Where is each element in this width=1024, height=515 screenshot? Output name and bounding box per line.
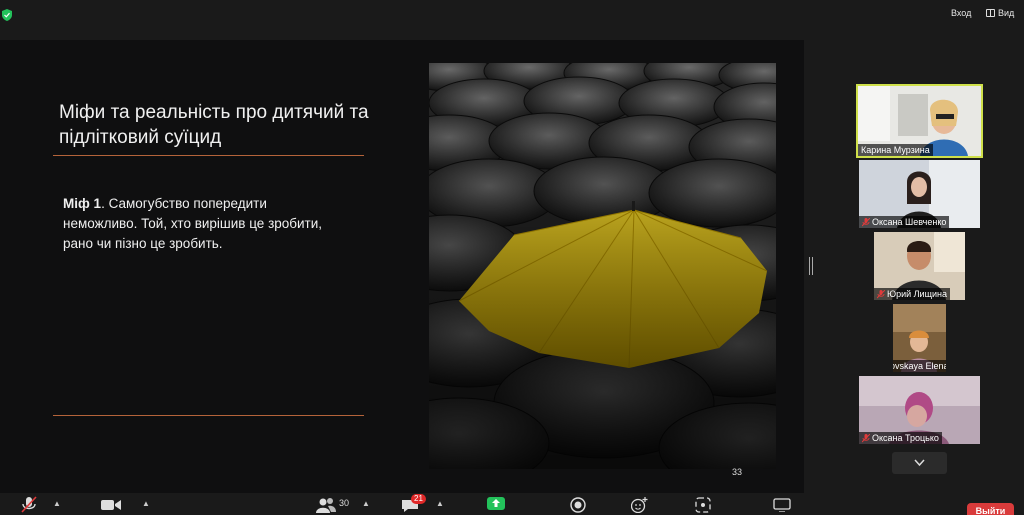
participant-tile[interactable]: Юрий Лищина bbox=[874, 232, 965, 300]
participant-tile[interactable]: Оксана Троцько bbox=[859, 376, 980, 444]
split-drag-handle[interactable] bbox=[809, 257, 813, 275]
participants-icon[interactable] bbox=[316, 497, 336, 513]
participant-name-tag: Оксана Шевченко bbox=[859, 216, 950, 228]
mute-button[interactable] bbox=[20, 496, 38, 514]
view-label: Вид bbox=[998, 8, 1015, 18]
participant-tile[interactable]: Boldovskaya Elena bbox=[893, 304, 946, 372]
audio-options-caret[interactable]: ▲ bbox=[53, 499, 61, 508]
view-button[interactable]: Вид bbox=[986, 8, 1014, 18]
umbrella-image bbox=[429, 63, 776, 469]
slide-title: Міфи та реальність про дитячий та підліт… bbox=[59, 102, 369, 148]
gallery-next-button[interactable] bbox=[892, 452, 947, 474]
myth-text: . Самогубство попередити неможливо. Той,… bbox=[63, 196, 323, 251]
whiteboard-icon[interactable] bbox=[773, 498, 791, 512]
top-bar: Вход Вид bbox=[0, 0, 1024, 32]
participant-name-tag: Оксана Троцько bbox=[859, 432, 942, 444]
apps-icon[interactable] bbox=[695, 497, 711, 513]
mic-muted-icon bbox=[862, 433, 870, 442]
participant-name: Юрий Лищина bbox=[887, 289, 947, 299]
participant-tile[interactable]: Карина Мурзина bbox=[856, 84, 983, 158]
reactions-icon[interactable] bbox=[631, 497, 648, 513]
participant-tile[interactable]: Оксана Шевченко bbox=[859, 160, 980, 228]
shield-check-icon[interactable] bbox=[2, 9, 12, 21]
mic-muted-icon bbox=[862, 217, 870, 226]
participants-options-caret[interactable]: ▲ bbox=[362, 499, 370, 508]
shared-screen: Міфи та реальність про дитячий та підліт… bbox=[0, 40, 804, 493]
participant-name-tag: Карина Мурзина bbox=[858, 144, 933, 156]
leave-meeting-button[interactable]: Выйти bbox=[967, 503, 1014, 515]
share-screen-button[interactable] bbox=[487, 497, 505, 510]
slide-divider-top bbox=[53, 155, 364, 156]
slide-body: Міф 1. Самогубство попередити неможливо.… bbox=[63, 194, 333, 254]
myth-label: Міф 1 bbox=[63, 196, 102, 211]
participant-name: Карина Мурзина bbox=[861, 145, 930, 155]
umbrella-photo bbox=[429, 63, 776, 469]
participant-name-tag: Юрий Лищина bbox=[874, 288, 950, 300]
chat-unread-badge: 21 bbox=[411, 494, 426, 504]
chat-options-caret[interactable]: ▲ bbox=[436, 499, 444, 508]
meeting-toolbar bbox=[0, 493, 1024, 515]
view-icon bbox=[986, 9, 995, 17]
chevron-down-icon bbox=[914, 459, 925, 467]
slide-page-number: 33 bbox=[732, 467, 743, 477]
signin-label: Вход bbox=[951, 8, 972, 18]
participant-name: Оксана Троцько bbox=[872, 433, 939, 443]
signin-button[interactable]: Вход bbox=[951, 8, 971, 18]
mic-muted-icon bbox=[877, 289, 885, 298]
participant-name: Оксана Шевченко bbox=[872, 217, 947, 227]
video-options-caret[interactable]: ▲ bbox=[142, 499, 150, 508]
video-camera-icon[interactable] bbox=[101, 498, 121, 512]
share-arrow-icon bbox=[492, 499, 500, 507]
record-icon[interactable] bbox=[570, 497, 586, 513]
slide-divider-bottom bbox=[53, 415, 364, 416]
participants-count: 30 bbox=[339, 498, 350, 508]
participant-name-tag: Boldovskaya Elena bbox=[893, 360, 946, 372]
participant-name: Boldovskaya Elena bbox=[893, 361, 946, 371]
